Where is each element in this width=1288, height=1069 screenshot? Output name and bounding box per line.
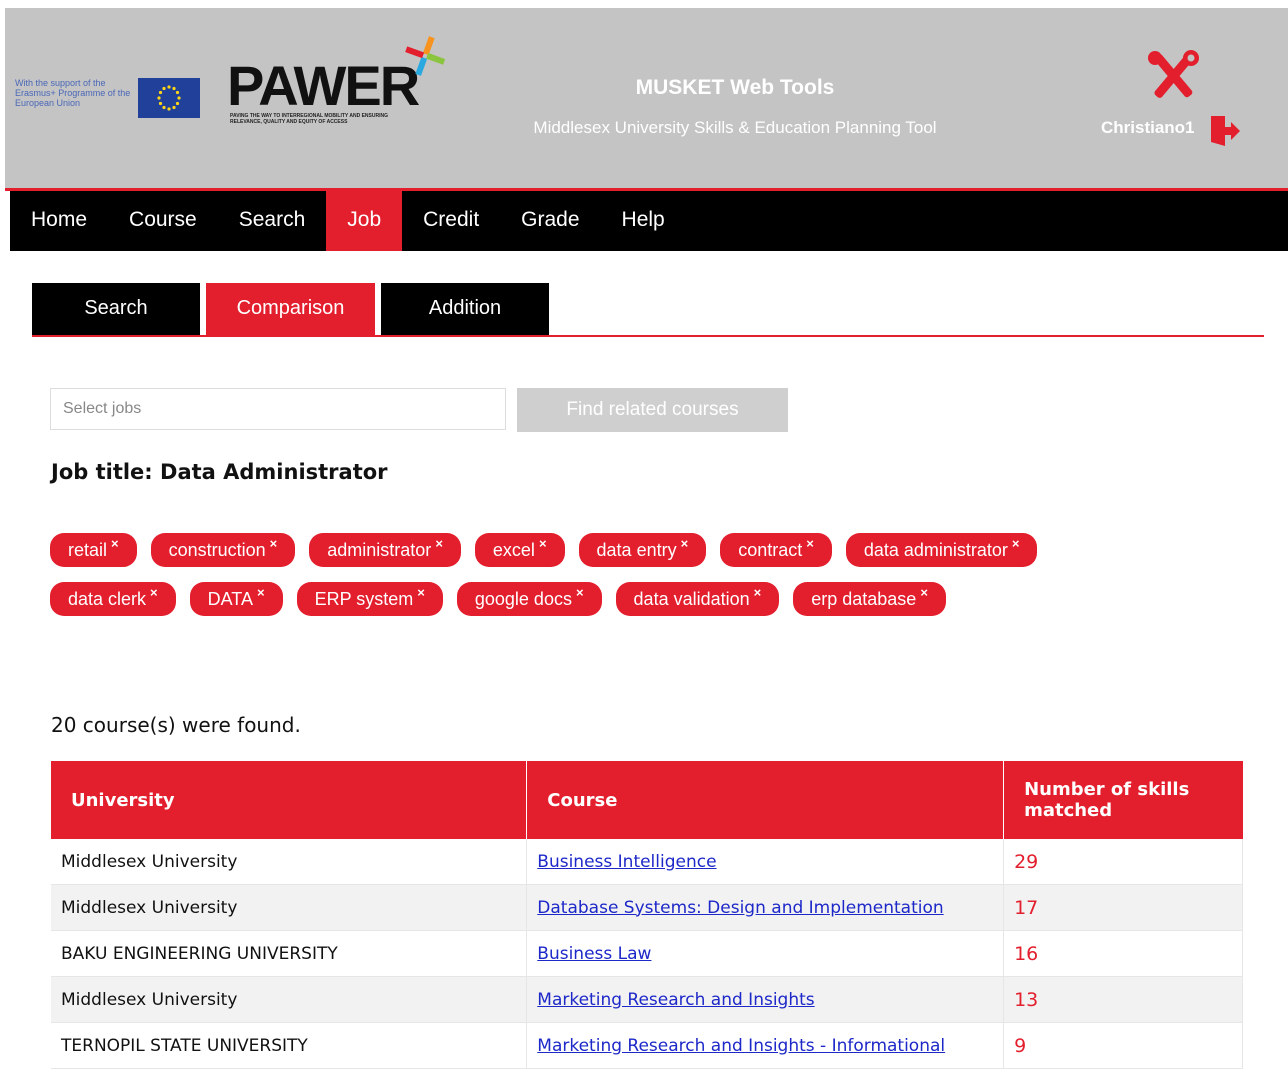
skill-tag[interactable]: excel × — [474, 533, 565, 567]
skills-count-cell: 17 — [1003, 884, 1243, 931]
skill-tag[interactable]: retail × — [50, 533, 137, 567]
skills-count-cell: 13 — [1003, 976, 1243, 1023]
main-nav: Home Course Search Job Credit Grade Help — [10, 191, 1288, 251]
table-row: TERNOPIL STATE UNIVERSITY Marketing Rese… — [51, 1022, 1243, 1069]
tag-row: data clerk × DATA × ERP system × google doc… — [50, 582, 1170, 616]
remove-tag-icon[interactable]: × — [257, 576, 265, 610]
skill-tag[interactable]: ERP system × — [296, 582, 443, 616]
nav-search[interactable]: Search — [218, 191, 327, 251]
remove-tag-icon[interactable]: × — [270, 527, 278, 561]
main-content: Search Comparison Addition Find related … — [10, 251, 1288, 1069]
skill-tag[interactable]: administrator × — [309, 533, 461, 567]
pawer-logo-subtitle: PAVING THE WAY TO INTERREGIONAL MOBILITY… — [230, 113, 388, 125]
skill-tag[interactable]: erp database × — [793, 582, 946, 616]
nav-job[interactable]: Job — [326, 191, 403, 251]
site-subtitle: Middlesex University Skills & Education … — [533, 118, 937, 137]
skills-count-cell: 9 — [1003, 1022, 1243, 1069]
logout-icon[interactable] — [1209, 114, 1241, 153]
skill-tag[interactable]: DATA × — [189, 582, 283, 616]
pawer-logo: PAWER — [227, 54, 420, 117]
eu-flag-icon — [138, 78, 200, 118]
nav-credit[interactable]: Credit — [402, 191, 500, 251]
nav-course[interactable]: Course — [108, 191, 218, 251]
course-link[interactable]: Business Law — [537, 944, 651, 964]
site-title: MUSKET Web Tools — [635, 76, 835, 99]
remove-tag-icon[interactable]: × — [435, 527, 443, 561]
results-table: University Course Number of skills match… — [51, 761, 1243, 1069]
remove-tag-icon[interactable]: × — [417, 576, 425, 610]
tag-row: retail × construction × administrator × exc… — [50, 533, 1170, 567]
find-related-courses-button[interactable]: Find related courses — [517, 388, 788, 432]
column-header-university: University — [51, 761, 528, 839]
subtab-bar: Search Comparison Addition — [32, 283, 1264, 337]
skill-tag[interactable]: construction × — [150, 533, 296, 567]
skill-tag[interactable]: data entry × — [578, 533, 707, 567]
remove-tag-icon[interactable]: × — [576, 576, 584, 610]
column-header-course: Course — [526, 761, 1005, 839]
column-header-skills-matched: Number of skills matched — [1003, 761, 1243, 839]
remove-tag-icon[interactable]: × — [754, 576, 762, 610]
table-header-row: University Course Number of skills match… — [51, 761, 1243, 839]
nav-help[interactable]: Help — [601, 191, 686, 251]
course-link[interactable]: Marketing Research and Insights — [537, 990, 814, 1010]
tab-search[interactable]: Search — [32, 283, 200, 335]
skill-tag[interactable]: google docs × — [456, 582, 602, 616]
tab-comparison[interactable]: Comparison — [206, 283, 375, 335]
pawer-star-icon — [403, 34, 447, 83]
university-cell: Middlesex University — [51, 884, 528, 931]
tools-icon — [1143, 48, 1203, 109]
job-title: Job title: Data Administrator — [51, 460, 388, 484]
skill-tag[interactable]: contract × — [720, 533, 832, 567]
remove-tag-icon[interactable]: × — [920, 576, 928, 610]
results-summary: 20 course(s) were found. — [51, 713, 301, 737]
eu-support-text: With the support of the Erasmus+ Program… — [15, 78, 131, 108]
university-cell: TERNOPIL STATE UNIVERSITY — [51, 1022, 528, 1069]
course-link[interactable]: Business Intelligence — [537, 852, 716, 872]
skills-count-cell: 16 — [1003, 930, 1243, 977]
university-cell: Middlesex University — [51, 839, 528, 885]
course-link[interactable]: Database Systems: Design and Implementat… — [537, 898, 943, 918]
nav-grade[interactable]: Grade — [500, 191, 600, 251]
table-row: Middlesex University Database Systems: D… — [51, 884, 1243, 931]
remove-tag-icon[interactable]: × — [1012, 527, 1020, 561]
remove-tag-icon[interactable]: × — [681, 527, 689, 561]
skill-tags: retail × construction × administrator × exc… — [50, 533, 1170, 631]
skill-tag[interactable]: data clerk × — [50, 582, 176, 616]
job-select-input[interactable] — [50, 388, 506, 430]
table-row: BAKU ENGINEERING UNIVERSITY Business Law… — [51, 930, 1243, 977]
username-label: Christiano1 — [1101, 118, 1195, 137]
remove-tag-icon[interactable]: × — [806, 527, 814, 561]
nav-home[interactable]: Home — [10, 191, 108, 251]
skills-count-cell: 29 — [1003, 839, 1243, 885]
remove-tag-icon[interactable]: × — [539, 527, 547, 561]
table-row: Middlesex University Marketing Research … — [51, 976, 1243, 1023]
tab-addition[interactable]: Addition — [381, 283, 549, 335]
site-header: With the support of the Erasmus+ Program… — [5, 8, 1288, 191]
skill-tag[interactable]: data administrator × — [845, 533, 1038, 567]
university-cell: Middlesex University — [51, 976, 528, 1023]
remove-tag-icon[interactable]: × — [150, 576, 158, 610]
university-cell: BAKU ENGINEERING UNIVERSITY — [51, 930, 528, 977]
remove-tag-icon[interactable]: × — [111, 527, 119, 561]
skill-tag[interactable]: data validation × — [615, 582, 780, 616]
table-row: Middlesex University Business Intelligen… — [51, 839, 1243, 885]
